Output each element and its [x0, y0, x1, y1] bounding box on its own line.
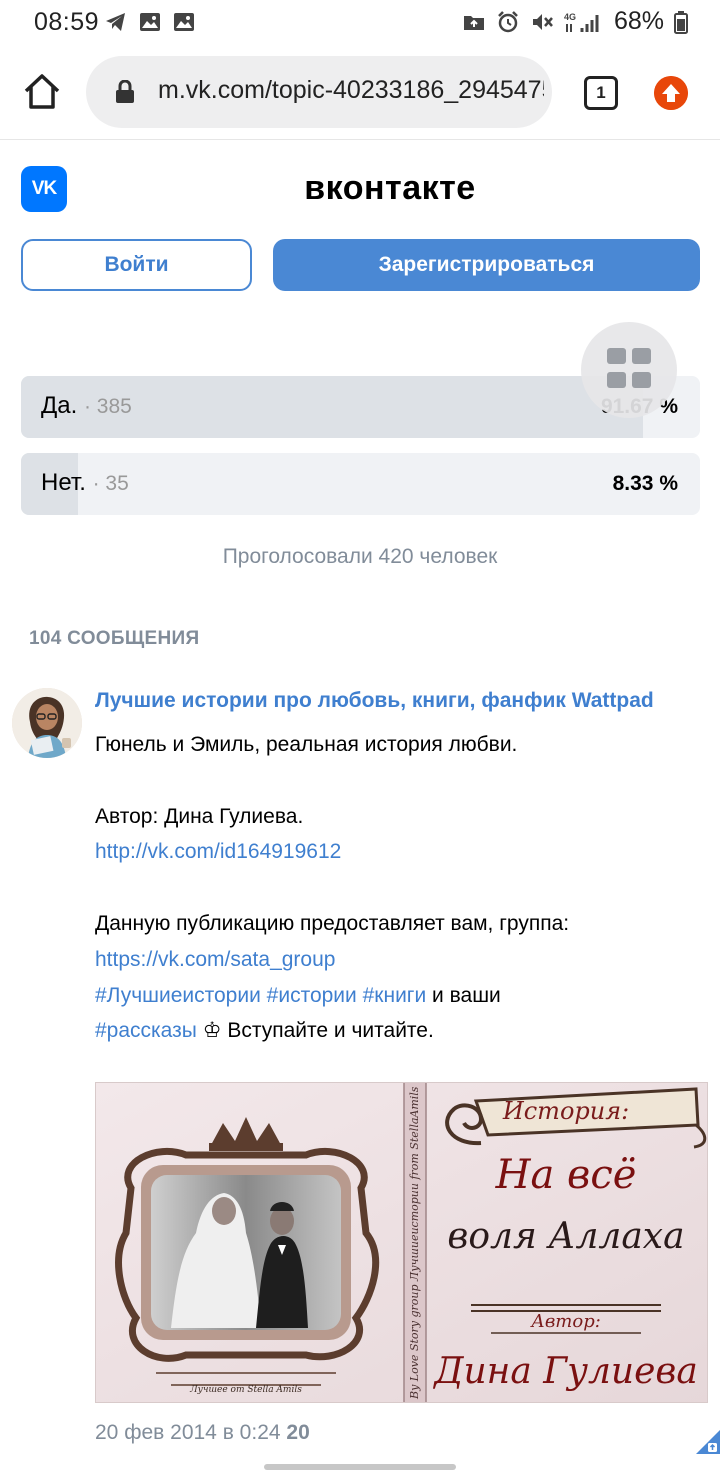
post-blank-line [95, 763, 695, 799]
grid-icon [632, 348, 651, 364]
status-bar: 08:59 4G 68% [0, 0, 720, 44]
login-button[interactable]: Войти [21, 239, 252, 291]
browser-toolbar: m.vk.com/topic-40233186_29454758 1 [0, 44, 720, 140]
avatar[interactable] [12, 688, 82, 758]
mute-icon [532, 13, 553, 30]
image-icon [140, 13, 160, 31]
signal-4g-icon: 4G [564, 12, 599, 32]
book-banner-text: История: [502, 1097, 629, 1125]
hashtags-link[interactable]: #Лучшиеистории #истории #книги [95, 984, 426, 1007]
apps-grid-button[interactable] [581, 322, 677, 418]
book-spine-text: By Love Story group Лучшиеистории from S… [408, 1086, 421, 1400]
avatar-illustration [12, 688, 82, 758]
poll-option-count: · 385 [83, 395, 132, 418]
status-right: 4G 68% [462, 7, 688, 36]
post-text-fragment: и ваши [426, 983, 501, 1007]
poll-option-count: · 35 [92, 472, 129, 495]
download-folder-icon [463, 15, 484, 30]
poll-option-label: Нет. · 35 [41, 469, 129, 496]
notification-icons [104, 10, 196, 34]
home-icon[interactable] [22, 72, 62, 112]
grid-icon [607, 372, 626, 388]
book-title-line2: воля Аллаха [447, 1216, 684, 1257]
battery-percent: 68% [613, 7, 664, 35]
alarm-icon [498, 10, 518, 32]
svg-text:4G: 4G [564, 12, 576, 22]
like-count[interactable]: 20 [286, 1421, 309, 1444]
poll-option-no[interactable]: Нет. · 35 8.33 % [21, 453, 700, 515]
hashtag-link[interactable]: #рассказы [95, 1019, 197, 1042]
book-cover-illustration: By Love Story group Лучшиеистории from S… [96, 1083, 707, 1402]
post-blank-line [95, 870, 695, 906]
status-time: 08:59 [34, 8, 100, 36]
post-line: Гюнель и Эмиль, реальная история любви. [95, 733, 518, 756]
address-bar[interactable]: m.vk.com/topic-40233186_29454758 [86, 56, 552, 128]
poll-option-label: Да. · 385 [41, 392, 132, 419]
post-image[interactable]: By Love Story group Лучшиеистории from S… [95, 1082, 708, 1403]
grid-icon [632, 372, 651, 388]
site-title: вконтакте [304, 169, 476, 207]
book-author-name: Дина Гулиева [432, 1351, 698, 1392]
post-date: 20 фев 2014 в 0:24 [95, 1421, 281, 1444]
post-meta: 20 фев 2014 в 0:24 20 [95, 1421, 310, 1445]
update-icon[interactable] [654, 76, 688, 110]
grid-icon [607, 348, 626, 364]
frame-caption: Лучшее от Stella Amils [189, 1385, 302, 1395]
group-link[interactable]: https://vk.com/sata_group [95, 948, 335, 971]
poll-option-percent: 8.33 % [612, 472, 678, 495]
vk-header: VK вконтакте Войти Зарегистрироваться [0, 141, 720, 321]
author-profile-link[interactable]: http://vk.com/id164919612 [95, 840, 341, 863]
scroll-up-icon[interactable] [696, 1430, 720, 1454]
poll-total-votes: Проголосовали 420 человек [222, 545, 498, 568]
image-icon [174, 13, 194, 31]
lock-icon [116, 80, 134, 103]
book-title-line1: На всё [495, 1152, 637, 1198]
book-author-label: Автор: [529, 1311, 601, 1332]
url-text: m.vk.com/topic-40233186_29454758 [158, 76, 544, 104]
messages-count: 104 СООБЩЕНИЯ [29, 628, 200, 649]
post-line: Автор: Дина Гулиева. [95, 804, 304, 828]
post-line: Данную публикацию предоставляет вам, гру… [95, 911, 570, 935]
crown-icon: ♔ [196, 1019, 228, 1043]
battery-icon [674, 10, 688, 34]
post-author-link[interactable]: Лучшие истории про любовь, книги, фанфик… [95, 689, 654, 713]
post-body: Гюнель и Эмиль, реальная история любви. … [95, 727, 695, 1049]
telegram-icon [106, 13, 125, 31]
post-text-fragment: Вступайте и читайте. [227, 1019, 434, 1043]
register-button[interactable]: Зарегистрироваться [273, 239, 700, 291]
gesture-bar[interactable] [264, 1464, 456, 1470]
tab-switcher-button[interactable]: 1 [584, 76, 618, 110]
